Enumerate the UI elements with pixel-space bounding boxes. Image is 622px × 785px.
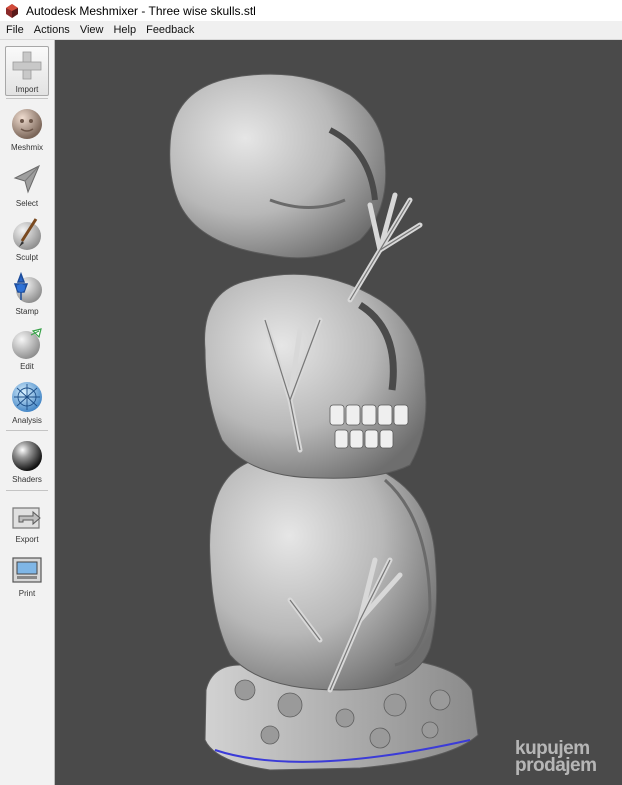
watermark: kupujem prodajem (515, 739, 622, 776)
export-label: Export (15, 535, 39, 544)
export-button[interactable]: Export (2, 496, 52, 550)
menu-help[interactable]: Help (108, 21, 141, 39)
edit-icon (12, 328, 42, 359)
export-icon (12, 507, 41, 529)
select-button[interactable]: Select (2, 160, 52, 214)
menu-actions[interactable]: Actions (29, 21, 75, 39)
edit-button[interactable]: Edit (2, 323, 52, 377)
watermark-line2: prodajem (515, 755, 597, 776)
select-arrow-icon (13, 164, 40, 194)
3d-viewport[interactable] (55, 40, 622, 785)
sculpt-label: Sculpt (15, 253, 39, 262)
meshmix-button[interactable]: Meshmix (2, 104, 52, 158)
shaders-label: Shaders (12, 475, 42, 484)
menu-file[interactable]: File (0, 21, 29, 39)
shaders-button[interactable]: Shaders (2, 436, 52, 490)
analysis-icon (12, 382, 42, 412)
plus-icon (12, 51, 42, 80)
import-button[interactable]: Import (5, 46, 49, 96)
stamp-icon (13, 271, 42, 303)
left-toolbar: Import Meshmix Select Sculpt Stamp Edit … (0, 40, 55, 785)
print-label: Print (18, 589, 36, 598)
shaders-sphere-icon (12, 441, 42, 471)
title-bar: Autodesk Meshmixer - Three wise skulls.s… (0, 0, 622, 21)
menu-feedback[interactable]: Feedback (141, 21, 199, 39)
toolbar-divider (6, 98, 48, 99)
stamp-label: Stamp (15, 307, 39, 316)
import-label: Import (15, 85, 39, 94)
edit-label: Edit (20, 362, 34, 371)
print-button[interactable]: Print (2, 550, 52, 604)
toolbar-divider (6, 430, 48, 431)
select-label: Select (15, 199, 39, 208)
sculpt-button[interactable]: Sculpt (2, 214, 52, 268)
stamp-button[interactable]: Stamp (2, 268, 52, 322)
menu-view[interactable]: View (75, 21, 109, 39)
sculpt-brush-icon (13, 218, 41, 250)
analysis-label: Analysis (12, 416, 42, 425)
three-wise-skulls-mesh[interactable] (55, 40, 622, 785)
meshmix-sphere-icon (12, 109, 42, 139)
meshmixer-logo-icon (6, 3, 18, 18)
window-title: Autodesk Meshmixer - Three wise skulls.s… (26, 3, 256, 18)
meshmix-label: Meshmix (10, 143, 43, 152)
menu-bar: File Actions View Help Feedback (0, 21, 622, 40)
print-icon (12, 557, 42, 583)
analysis-button[interactable]: Analysis (2, 377, 52, 431)
toolbar-divider (6, 490, 48, 491)
